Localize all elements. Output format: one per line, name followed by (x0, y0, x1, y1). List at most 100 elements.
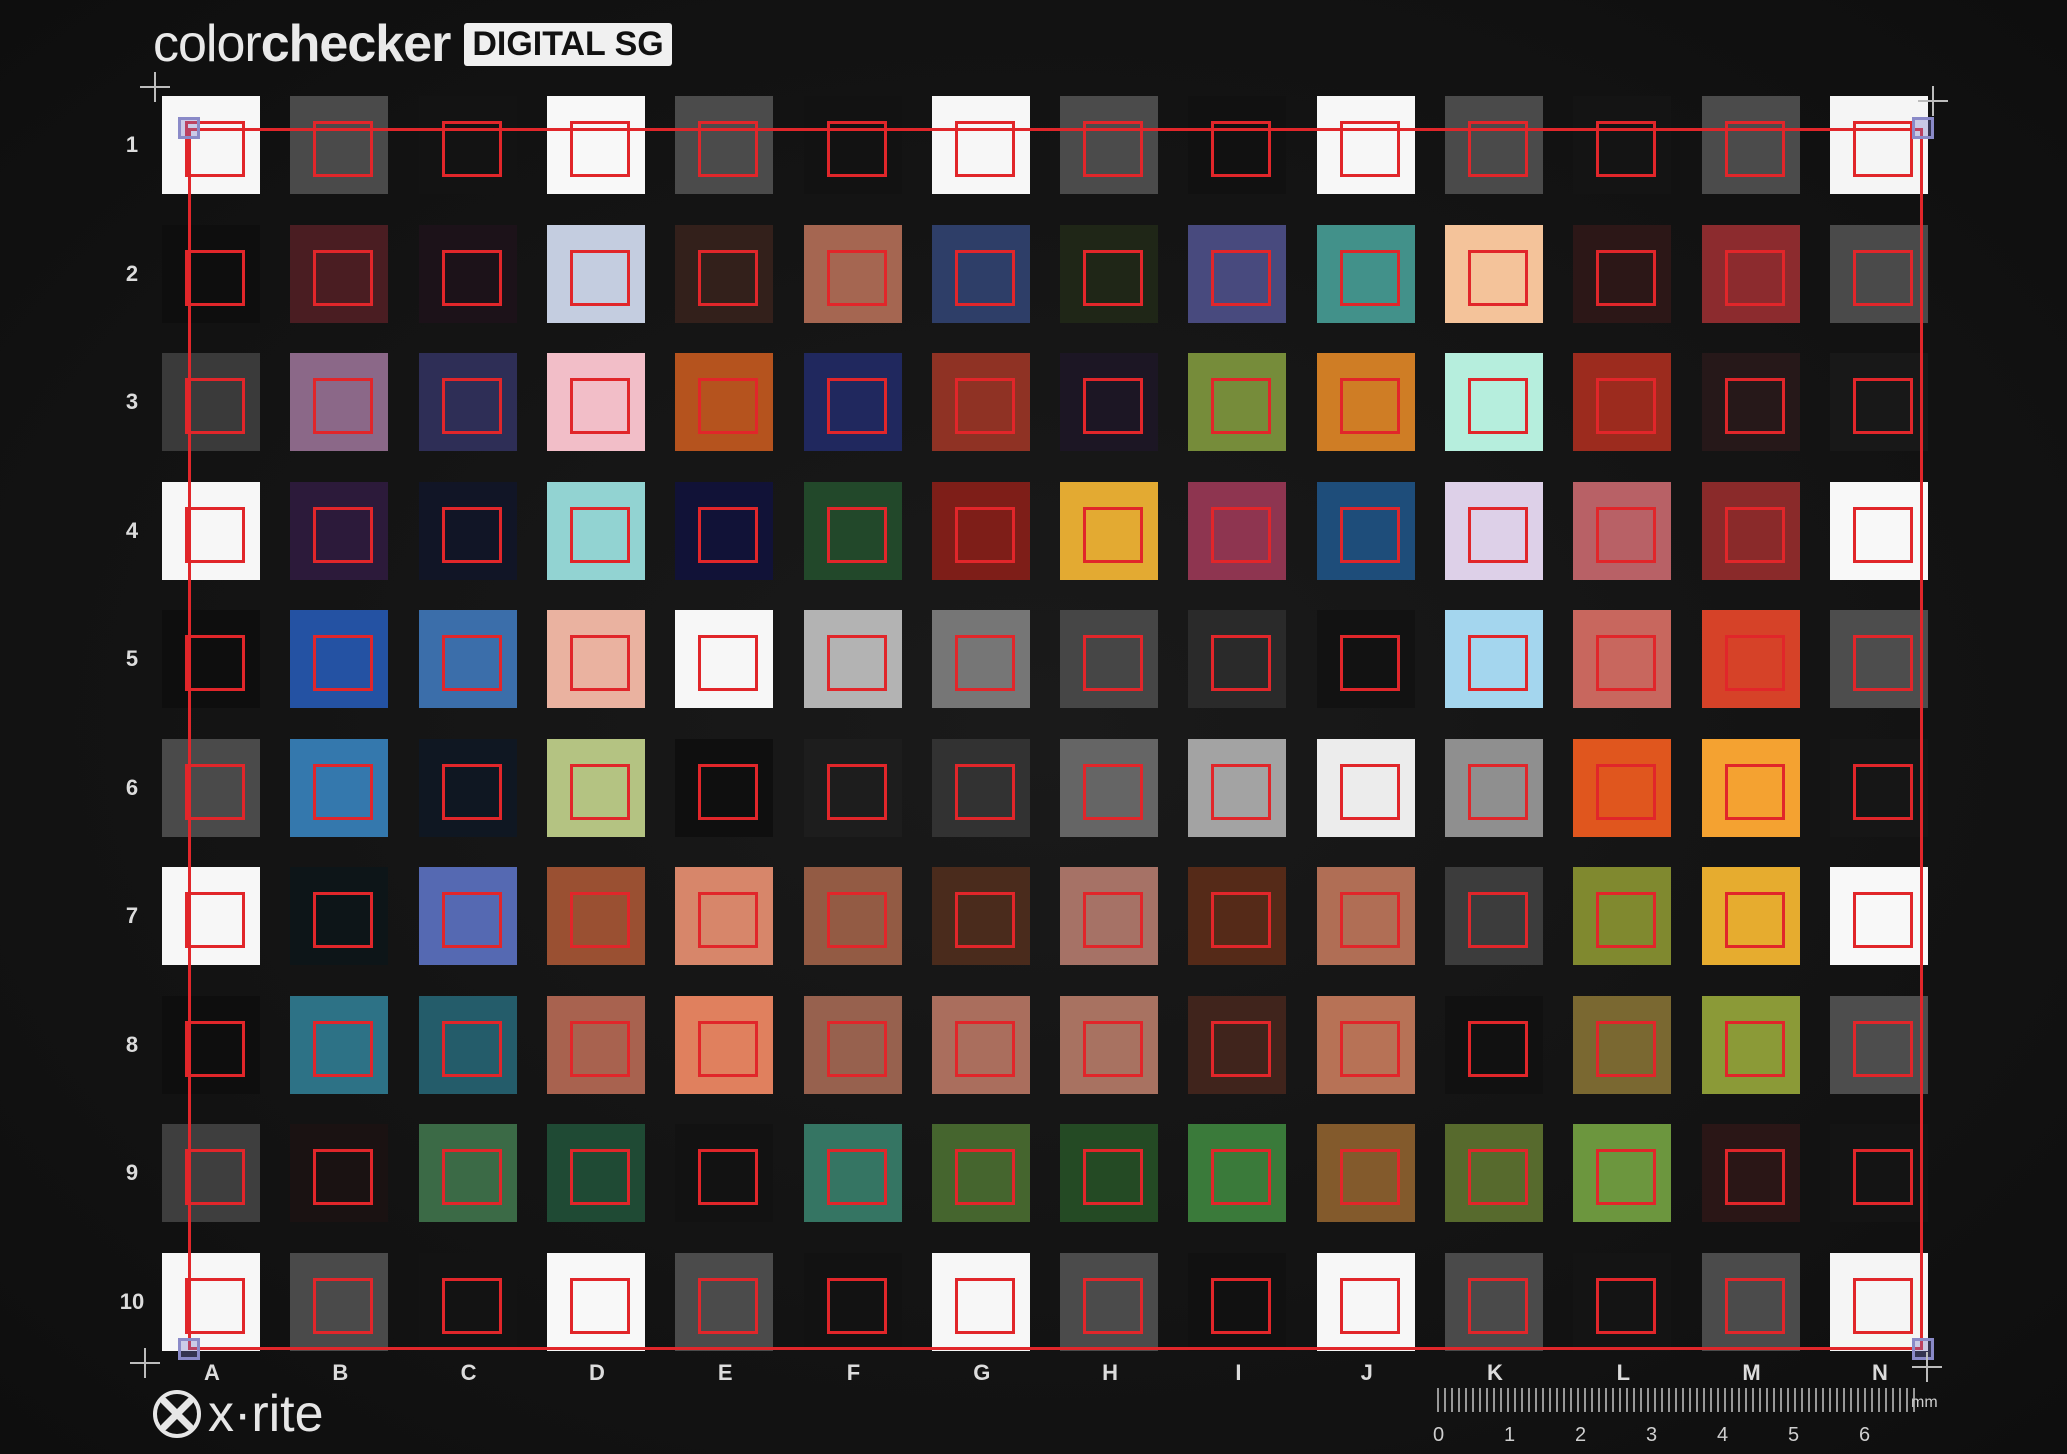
sample-marker (1852, 1277, 1913, 1334)
color-patch (1316, 224, 1415, 323)
color-patch (162, 1124, 260, 1222)
sample-marker (1596, 249, 1657, 306)
sample-marker (569, 892, 630, 948)
color-patch (1701, 353, 1800, 451)
color-patch (1829, 738, 1928, 837)
color-patch (1188, 353, 1287, 451)
sample-marker (954, 1020, 1015, 1077)
sample-marker (1083, 892, 1144, 948)
sample-marker (569, 506, 630, 563)
sample-marker (826, 892, 887, 948)
color-patch (546, 481, 645, 580)
sample-marker (441, 763, 502, 820)
sample-marker (441, 892, 502, 948)
sample-marker (1211, 506, 1272, 563)
color-patch (1060, 353, 1159, 451)
sample-marker (1468, 1149, 1528, 1205)
ruler-number: 6 (1859, 1424, 1871, 1446)
sample-marker (441, 121, 502, 177)
column-label: M (1742, 1360, 1761, 1385)
sample-marker (1596, 1149, 1657, 1205)
color-patch (290, 353, 389, 451)
sample-marker (441, 1277, 502, 1334)
sample-marker (826, 506, 887, 563)
color-patch (418, 96, 517, 194)
color-patch (546, 1124, 645, 1222)
color-patch (290, 610, 389, 708)
color-patch (418, 610, 517, 708)
color-patch (803, 353, 902, 451)
xrite-logo: x·rite (152, 1384, 324, 1444)
sample-marker (826, 1277, 887, 1334)
color-patch (1316, 1252, 1415, 1351)
sample-marker (1724, 1277, 1785, 1334)
ruler-number: 0 (1433, 1424, 1445, 1446)
color-patch (675, 867, 774, 965)
color-patch (1445, 995, 1543, 1094)
sample-marker (1339, 121, 1400, 177)
logo-badge: DIGITAL SG (464, 22, 672, 66)
sample-marker (1083, 121, 1144, 177)
sample-marker (313, 635, 374, 691)
sample-marker (826, 1020, 887, 1077)
colorchecker-logo: color checker DIGITAL SG (153, 14, 672, 74)
color-patch (931, 995, 1030, 1094)
sample-marker (185, 1020, 245, 1077)
sample-marker (1596, 635, 1657, 691)
sample-marker (1339, 378, 1400, 434)
color-patch (675, 738, 774, 837)
sample-marker (1468, 121, 1528, 177)
color-patch (675, 353, 774, 451)
column-label: F (846, 1360, 861, 1385)
crosshair-icon (1918, 86, 1948, 116)
corner-marker-bottom-left (178, 1338, 200, 1360)
sample-marker (1468, 506, 1528, 563)
sample-marker (185, 892, 245, 948)
sample-marker (826, 121, 887, 177)
sample-marker (1852, 121, 1913, 177)
sample-marker (1596, 378, 1657, 434)
sample-marker (1596, 1277, 1657, 1334)
row-label: 3 (125, 389, 139, 414)
sample-marker (1083, 506, 1144, 563)
color-patch (1060, 1124, 1159, 1222)
color-patch (546, 96, 645, 194)
sample-marker (954, 506, 1015, 563)
row-label: 7 (125, 903, 139, 928)
sample-marker (441, 1020, 502, 1077)
sample-marker (698, 1149, 759, 1205)
color-patch (675, 481, 774, 580)
sample-marker (1339, 635, 1400, 691)
sample-marker (1724, 506, 1785, 563)
sample-marker (1724, 635, 1785, 691)
color-patch (1701, 224, 1800, 323)
color-patch (1316, 610, 1415, 708)
color-patch (1573, 867, 1672, 965)
sample-marker (1083, 249, 1144, 306)
color-patch (290, 995, 389, 1094)
color-patch (546, 224, 645, 323)
sample-marker (569, 249, 630, 306)
sample-marker (1211, 249, 1272, 306)
sample-marker (441, 249, 502, 306)
sample-marker (1596, 892, 1657, 948)
sample-marker (698, 378, 759, 434)
sample-marker (698, 121, 759, 177)
sample-marker (1468, 635, 1528, 691)
sample-marker (185, 1277, 245, 1334)
color-patch (1573, 481, 1672, 580)
color-patch (1829, 1252, 1928, 1351)
row-label: 6 (125, 774, 139, 800)
color-patch (162, 353, 260, 451)
color-patch (1188, 224, 1287, 323)
sample-marker (954, 249, 1015, 306)
color-patch (1188, 1252, 1287, 1351)
color-patch (803, 1124, 902, 1222)
color-patch (418, 995, 517, 1094)
color-patch (675, 995, 774, 1094)
sample-marker (1083, 763, 1144, 820)
sample-marker (1468, 249, 1528, 306)
color-patch (162, 738, 260, 837)
color-patch (1701, 738, 1800, 837)
color-patch (162, 867, 260, 965)
